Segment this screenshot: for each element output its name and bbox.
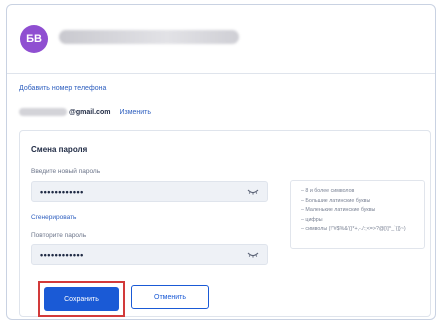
card-title: Смена пароля <box>31 145 88 154</box>
requirement-item: Маленькие латинские буквы <box>301 206 424 216</box>
new-password-label: Введите новый пароль <box>31 168 101 175</box>
add-phone-link[interactable]: Добавить номер телефона <box>19 85 106 92</box>
repeat-password-value: •••••••••••• <box>40 249 84 260</box>
requirement-item: символы (!"#$%&'()*+,-./:;<=>?@[\]^_`{|}… <box>301 225 424 235</box>
change-email-link[interactable]: Изменить <box>119 109 151 116</box>
email-row: @gmail.com Изменить <box>19 106 151 118</box>
avatar[interactable]: БВ <box>20 25 48 53</box>
cancel-button[interactable]: Отменить <box>131 285 209 309</box>
profile-header: БВ <box>7 5 435 73</box>
save-button-highlight: Сохранить <box>38 281 125 317</box>
email-domain: @gmail.com <box>69 108 111 116</box>
requirement-item: цифры <box>301 216 424 226</box>
password-change-card: Смена пароля Введите новый пароль ••••••… <box>19 130 431 317</box>
email-user-redacted <box>19 108 67 116</box>
password-requirements: 8 и более символов Большие латинские бук… <box>290 180 425 249</box>
generate-password-link[interactable]: Сгенерировать <box>31 214 76 221</box>
requirement-item: Большие латинские буквы <box>301 197 424 207</box>
repeat-password-field[interactable]: •••••••••••• <box>31 244 268 265</box>
eye-closed-icon[interactable] <box>247 251 259 259</box>
new-password-value: •••••••••••• <box>40 186 84 197</box>
new-password-field[interactable]: •••••••••••• <box>31 181 268 202</box>
account-panel: БВ Добавить номер телефона @gmail.com Из… <box>6 4 436 320</box>
eye-closed-icon[interactable] <box>247 188 259 196</box>
repeat-password-label: Повторите пароль <box>31 232 87 239</box>
user-name-redacted <box>59 30 239 44</box>
save-button[interactable]: Сохранить <box>44 287 119 311</box>
requirement-item: 8 и более символов <box>301 187 424 197</box>
header-divider <box>7 73 435 74</box>
